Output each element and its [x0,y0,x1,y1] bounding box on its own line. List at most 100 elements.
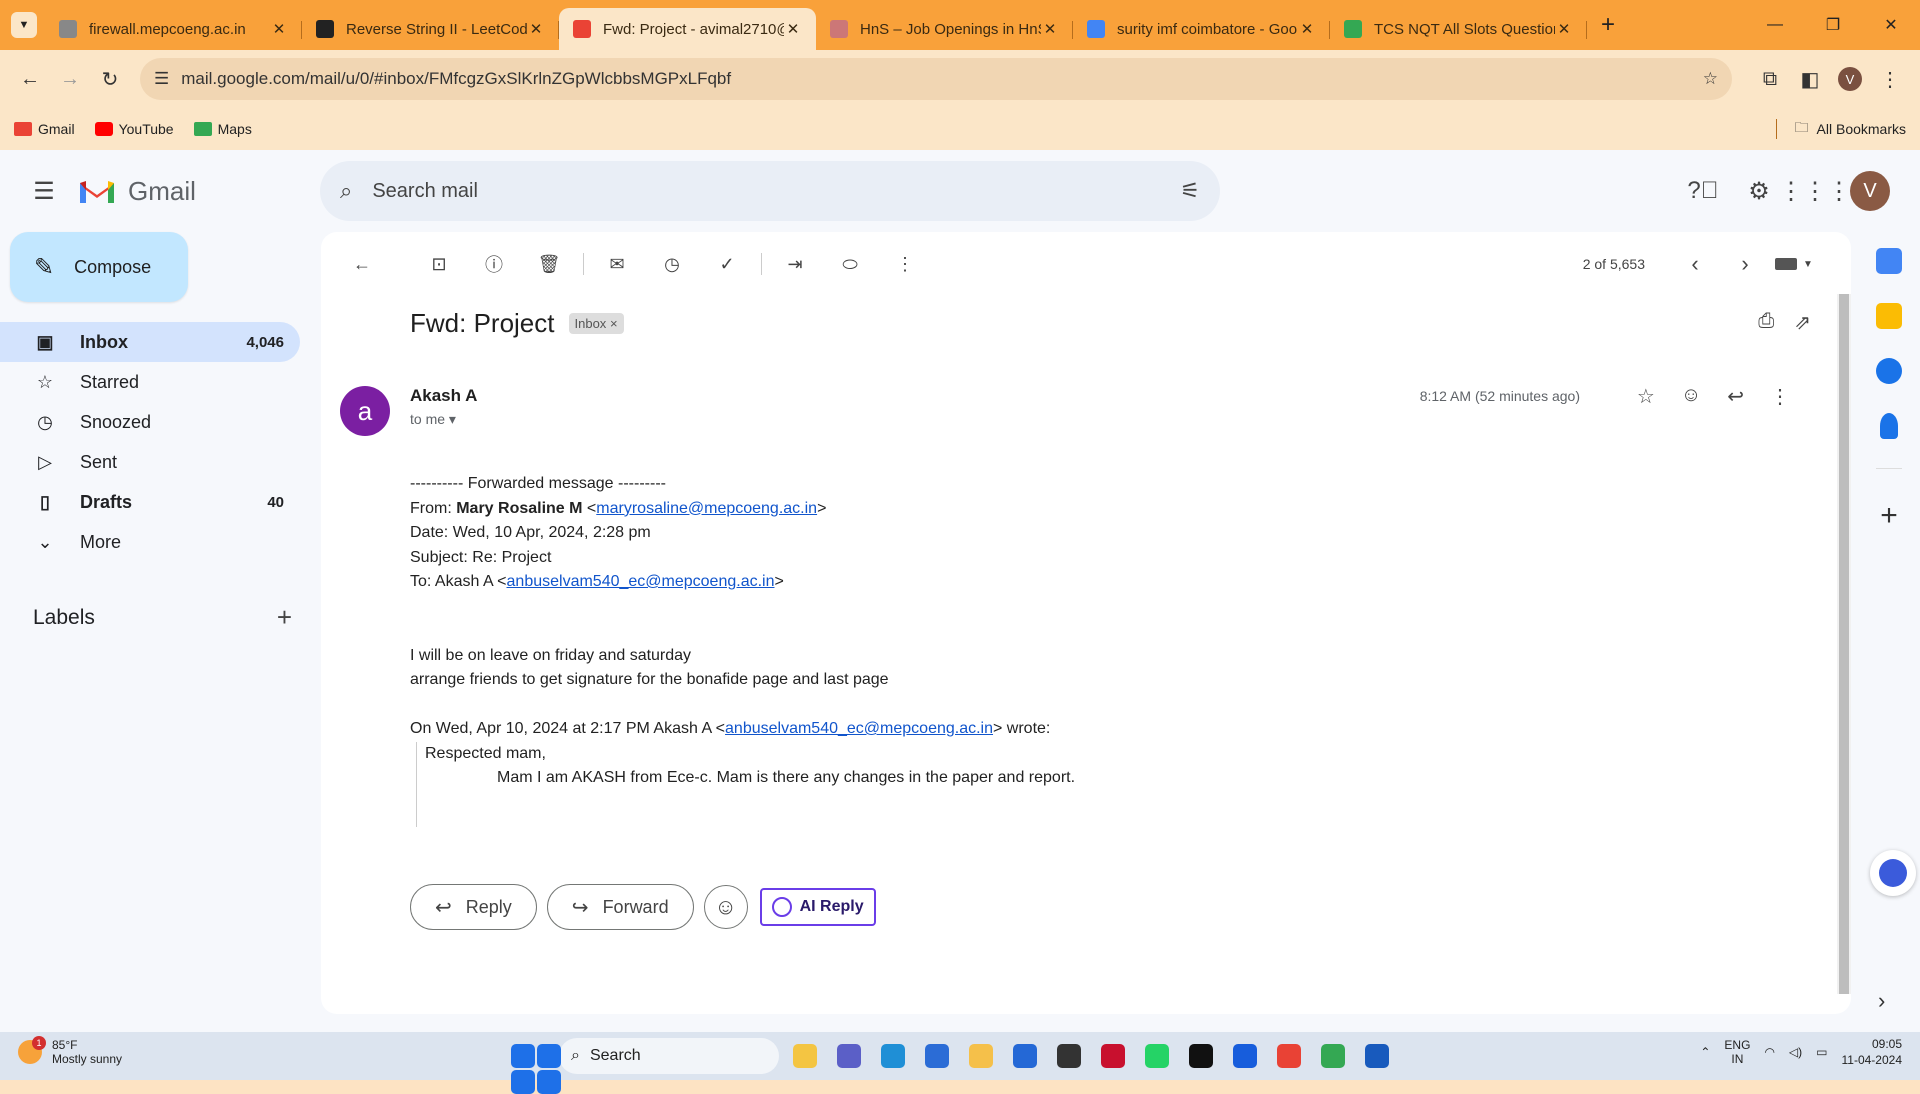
chrome-profile-icon[interactable] [1315,1038,1351,1074]
tab-search-dropdown-icon[interactable]: ▼ [11,12,37,38]
more-vert-icon[interactable]: ⋮ [1770,384,1790,409]
edge-icon[interactable] [875,1038,911,1074]
teams-icon[interactable] [831,1038,867,1074]
ai-assistant-icon[interactable] [1870,850,1916,896]
close-tab-icon[interactable]: ✕ [1298,20,1316,38]
get-addons-icon[interactable]: + [1858,499,1920,533]
sidebar-item-drafts[interactable]: ▯ Drafts 40 [0,482,300,522]
show-hidden-icons-icon[interactable]: ⌃ [1700,1045,1710,1059]
mcafee-icon[interactable] [1095,1038,1131,1074]
close-tab-icon[interactable]: ✕ [527,20,545,38]
search-options-icon[interactable]: ⚟ [1180,178,1200,204]
bookmark-youtube[interactable]: YouTube [95,121,174,137]
sidebar-item-snoozed[interactable]: ◷ Snoozed [0,402,300,442]
word-icon[interactable] [1359,1038,1395,1074]
store-icon[interactable] [919,1038,955,1074]
omnibox[interactable]: ☰ mail.google.com/mail/u/0/#inbox/FMfcgz… [140,58,1732,100]
emoji-react-icon[interactable]: ☺ [1681,384,1701,409]
more-options-icon[interactable]: ⋮ [884,243,926,285]
scrollbar-thumb[interactable] [1839,294,1849,994]
sidebar-item-more[interactable]: ⌄ More [0,522,300,562]
sidebar-item-starred[interactable]: ☆ Starred [0,362,300,402]
close-tab-icon[interactable]: ✕ [1555,20,1573,38]
delete-icon[interactable]: 🗑 [528,243,570,285]
print-icon[interactable]: ⎙ [1758,310,1774,335]
snooze-icon[interactable]: ◷ [651,243,693,285]
volume-icon[interactable]: ◁) [1789,1045,1802,1059]
cmd-icon[interactable] [1183,1038,1219,1074]
folder-icon[interactable] [963,1038,999,1074]
inbox-label-tag[interactable]: Inbox × [569,313,624,334]
apps-grid-icon[interactable]: ⋮⋮⋮ [1794,170,1836,212]
contacts-icon[interactable] [1880,413,1898,439]
search-bar[interactable]: ⌕ Search mail ⚟ [320,161,1220,221]
sender-avatar[interactable]: a [340,386,390,436]
report-spam-icon[interactable]: ⓘ [473,243,515,285]
move-to-icon[interactable]: ⇥ [774,243,816,285]
whatsapp-icon[interactable] [1139,1038,1175,1074]
close-tab-icon[interactable]: ✕ [270,20,288,38]
browser-tab[interactable]: Fwd: Project - avimal2710@ ✕ [559,8,816,50]
taskbar-search[interactable]: ⌕Search [559,1038,779,1074]
gmail-logo[interactable]: Gmail [78,176,196,207]
close-tab-icon[interactable]: ✕ [784,20,802,38]
bookmark-maps[interactable]: Maps [194,121,252,137]
from-email-link[interactable]: maryrosaline@mepcoeng.ac.in [596,500,817,517]
back-icon[interactable]: ← [10,59,50,99]
forward-icon[interactable]: → [50,59,90,99]
close-tab-icon[interactable]: ✕ [1041,20,1059,38]
chrome-icon[interactable] [1271,1038,1307,1074]
archive-icon[interactable]: ⊡ [418,243,460,285]
menu-icon[interactable]: ⋮ [1870,59,1910,99]
all-bookmarks[interactable]: 🗀 All Bookmarks [1776,117,1906,141]
remove-label-icon[interactable]: × [610,316,618,331]
mark-unread-icon[interactable]: ✉ [596,243,638,285]
extensions-icon[interactable]: ⧉ [1750,59,1790,99]
sidebar-item-inbox[interactable]: ▣ Inbox 4,046 [0,322,300,362]
browser-tab[interactable]: surity imf coimbatore - Goo ✕ [1073,8,1330,50]
language-indicator[interactable]: ENGIN [1724,1038,1750,1066]
ai-reply-button[interactable]: AI Reply [760,888,876,926]
reload-icon[interactable]: ↻ [90,59,130,99]
create-label-icon[interactable]: + [277,602,292,633]
emoji-button[interactable]: ☺ [704,885,748,929]
compose-button[interactable]: ✎ Compose [10,232,188,302]
profile-icon[interactable]: V [1830,59,1870,99]
terminal-icon[interactable] [1051,1038,1087,1074]
hide-side-panel-icon[interactable]: › [1878,988,1885,1014]
input-tools-icon[interactable]: ▼ [1775,256,1815,272]
main-menu-icon[interactable]: ☰ [20,167,68,215]
account-avatar[interactable]: V [1850,171,1890,211]
sidebar-item-sent[interactable]: ▷ Sent [0,442,300,482]
back-to-inbox-icon[interactable]: ← [341,243,383,285]
scrollbar[interactable] [1837,294,1851,994]
close-window-button[interactable]: ✕ [1862,15,1920,35]
label-icon[interactable]: ⬭ [829,243,871,285]
vscode-icon[interactable] [1007,1038,1043,1074]
search-icon[interactable]: ⌕ [340,178,352,204]
sender-name[interactable]: Akash A [410,386,477,406]
older-icon[interactable]: › [1725,251,1765,277]
weather-widget[interactable]: 1 85°F Mostly sunny [18,1038,122,1066]
windows-start-icon[interactable] [505,1038,541,1074]
caret-down-icon[interactable]: ▾ [449,411,456,427]
new-tab-button[interactable]: + [1601,11,1615,39]
reply-button[interactable]: ↩Reply [410,884,537,930]
url-text[interactable]: mail.google.com/mail/u/0/#inbox/FMfcgzGx… [181,69,1703,89]
browser-tab[interactable]: HnS – Job Openings in HnS ✕ [816,8,1073,50]
wifi-icon[interactable]: ◠ [1764,1045,1774,1059]
battery-icon[interactable]: ▭ [1816,1045,1827,1059]
forward-button[interactable]: ↪Forward [547,884,694,930]
quote-email-link[interactable]: anbuselvam540_ec@mepcoeng.ac.in [725,720,993,737]
browser-tab[interactable]: TCS NQT All Slots Question ✕ [1330,8,1587,50]
calendar-icon[interactable] [1876,248,1902,274]
keep-icon[interactable] [1876,303,1902,329]
help-icon[interactable]: ?⃝ [1682,170,1724,212]
bitwarden-icon[interactable] [1227,1038,1263,1074]
site-settings-icon[interactable]: ☰ [154,69,169,89]
reply-icon[interactable]: ↩ [1727,384,1744,409]
bookmark-gmail[interactable]: Gmail [14,121,75,137]
open-new-window-icon[interactable]: ⇗ [1794,310,1811,335]
tasks-icon[interactable] [1876,358,1902,384]
bookmark-star-icon[interactable]: ☆ [1703,69,1718,89]
